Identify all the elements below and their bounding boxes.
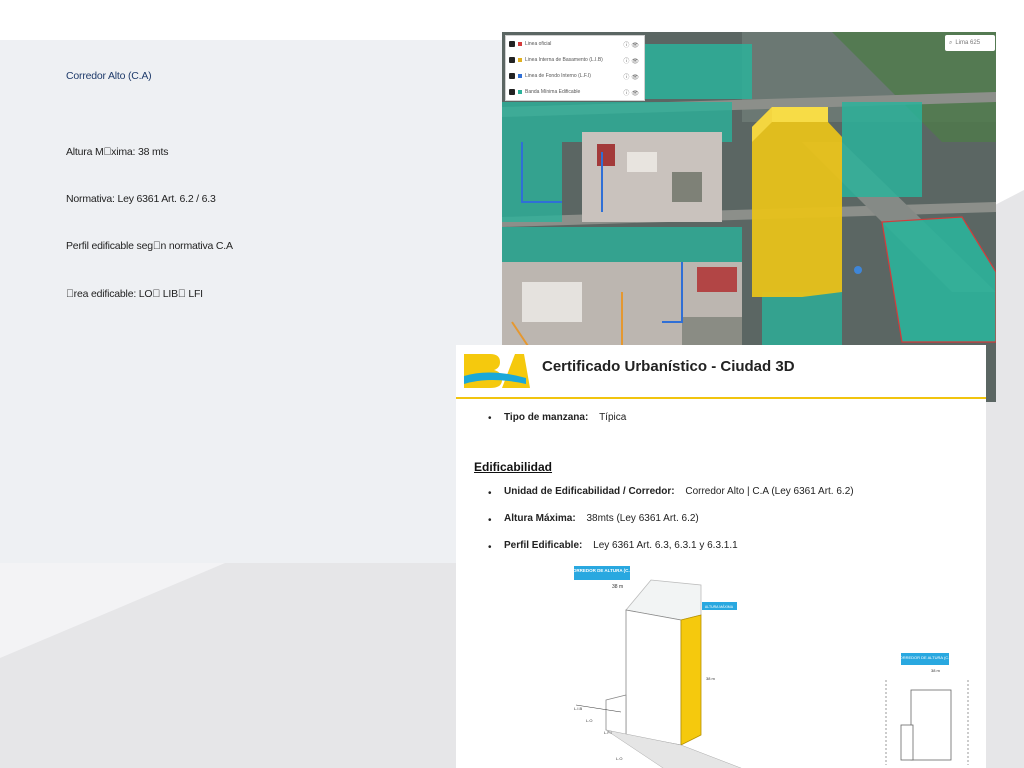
unit-row: Unidad de Edificabilidad / Corredor: Cor… bbox=[504, 486, 854, 497]
header-divider bbox=[456, 397, 986, 399]
checkbox-icon[interactable] bbox=[509, 73, 515, 79]
unit-value: Corredor Alto | C.A (Ley 6361 Art. 6.2) bbox=[685, 486, 854, 497]
height-dimension-text: 38 m bbox=[706, 676, 716, 681]
max-height-text: Altura M xima: 38 mts bbox=[66, 146, 169, 158]
area-text:  rea edificable: LO  LIB  LFI bbox=[66, 288, 203, 300]
height-tag-right-text: 38 m bbox=[931, 668, 941, 673]
line-label-lib: L.I.B bbox=[574, 706, 583, 711]
layer-row[interactable]: Linea oficial ⓘ👁 bbox=[506, 36, 644, 52]
layer-label: Linea de Fondo Interno (L.F.I) bbox=[525, 73, 591, 79]
layers-panel: Linea oficial ⓘ👁 Linea Interna de Basame… bbox=[505, 35, 645, 101]
layer-color-swatch bbox=[518, 58, 522, 62]
bullet-icon: • bbox=[488, 542, 492, 553]
layer-row[interactable]: Linea de Fondo Interno (L.F.I) ⓘ👁 bbox=[506, 68, 644, 84]
regulation-text: Normativa: Ley 6361 Art. 6.2 / 6.3 bbox=[66, 193, 216, 205]
bullet-icon: • bbox=[488, 413, 492, 424]
search-icon: ⌕ bbox=[949, 39, 953, 46]
layer-color-swatch bbox=[518, 90, 522, 94]
checkbox-icon[interactable] bbox=[509, 89, 515, 95]
profile-row: Perfil Edificable: Ley 6361 Art. 6.3, 6.… bbox=[504, 540, 738, 551]
layer-color-swatch bbox=[518, 42, 522, 46]
corridor-tag-right-text: CORREDOR DE ALTURA (C.A) bbox=[897, 655, 954, 660]
height-value: 38mts (Ley 6361 Art. 6.2) bbox=[586, 513, 699, 524]
bullet-icon: • bbox=[488, 488, 492, 499]
bullet-icon: • bbox=[488, 515, 492, 526]
certificate-title: Certificado Urbanístico - Ciudad 3D bbox=[542, 358, 795, 375]
layer-label: Linea Interna de Basamento (L.I.B) bbox=[525, 57, 603, 63]
checkbox-icon[interactable] bbox=[509, 57, 515, 63]
profile-value: Ley 6361 Art. 6.3, 6.3.1 y 6.3.1.1 bbox=[593, 540, 738, 551]
block-type-label: Tipo de manzana: bbox=[504, 412, 589, 423]
visibility-icons[interactable]: ⓘ👁 bbox=[623, 56, 641, 65]
line-label-lo: L.O bbox=[586, 718, 592, 723]
profile-label: Perfil Edificable: bbox=[504, 540, 583, 551]
height-tag-text: 38 m bbox=[612, 584, 623, 590]
block-type-row: Tipo de manzana: Típica bbox=[504, 412, 626, 423]
layer-color-swatch bbox=[518, 74, 522, 78]
max-height-tag-text: ALTURA MÁXIMA bbox=[705, 605, 734, 609]
building-profile-diagram: CORREDOR DE ALTURA (C.A) 38 m ALTURA MÁX… bbox=[570, 566, 969, 768]
layer-row[interactable]: Linea Interna de Basamento (L.I.B) ⓘ👁 bbox=[506, 52, 644, 68]
layer-label: Banda Mínima Edificable bbox=[525, 89, 581, 95]
height-row: Altura Máxima: 38mts (Ley 6361 Art. 6.2) bbox=[504, 513, 699, 524]
ba-logo-icon bbox=[464, 354, 530, 388]
visibility-icons[interactable]: ⓘ👁 bbox=[623, 40, 641, 49]
layer-row[interactable]: Banda Mínima Edificable ⓘ👁 bbox=[506, 84, 644, 100]
visibility-icons[interactable]: ⓘ👁 bbox=[623, 88, 641, 97]
section-title: Edificabilidad bbox=[474, 460, 553, 474]
height-label: Altura Máxima: bbox=[504, 513, 576, 524]
profile-text: Perfil edificable seg n normativa C.A bbox=[66, 240, 233, 252]
corridor-tag-text: CORREDOR DE ALTURA (C.A) bbox=[570, 568, 635, 573]
corridor-text: Corredor Alto (C.A) bbox=[66, 70, 152, 82]
layer-label: Linea oficial bbox=[525, 41, 552, 47]
visibility-icons[interactable]: ⓘ👁 bbox=[623, 72, 641, 81]
block-type-value: Típica bbox=[599, 412, 627, 423]
search-text: Lima 625 bbox=[955, 40, 981, 46]
unit-label: Unidad de Edificabilidad / Corredor: bbox=[504, 486, 675, 497]
checkbox-icon[interactable] bbox=[509, 41, 515, 47]
line-label-lo-2: L.O bbox=[616, 756, 622, 761]
certificate-header: Certificado Urbanístico - Ciudad 3D bbox=[456, 345, 986, 397]
line-label-lfi: L.F.I bbox=[604, 730, 612, 735]
map-search-input[interactable]: ⌕ Lima 625 bbox=[945, 35, 995, 51]
urban-certificate: Certificado Urbanístico - Ciudad 3D • Ti… bbox=[456, 345, 986, 768]
